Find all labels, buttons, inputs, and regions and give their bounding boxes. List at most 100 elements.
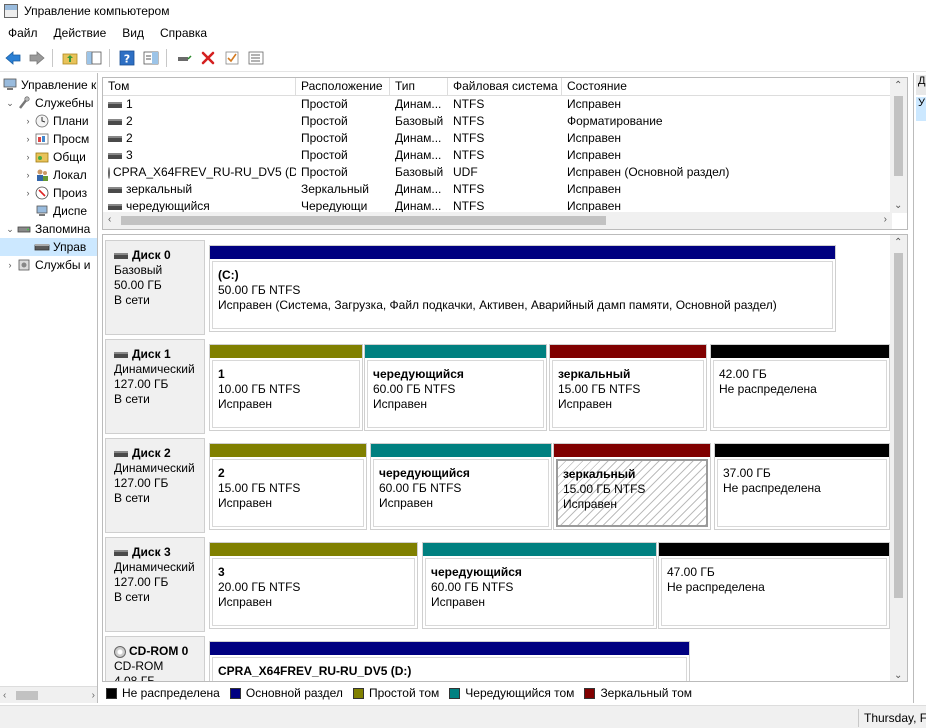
volume-list-vertical-scrollbar[interactable]: ⌃ ⌄ <box>890 78 907 213</box>
shared-folders-icon <box>34 149 50 165</box>
column-header-layout[interactable]: Расположение <box>296 78 390 95</box>
tree-item-local-users[interactable]: › Локал <box>0 166 97 184</box>
show-tree-icon[interactable] <box>83 47 105 69</box>
column-header-volume[interactable]: Том <box>103 78 296 95</box>
back-arrow-icon[interactable] <box>2 47 24 69</box>
scroll-down-icon[interactable]: ⌄ <box>894 200 902 211</box>
partition-unallocated[interactable]: 47.00 ГБ Не распределена <box>658 542 890 629</box>
list-icon[interactable] <box>245 47 267 69</box>
partition-striped[interactable]: чередующийся 60.00 ГБ NTFS Исправен <box>422 542 657 629</box>
partition-color-bar <box>715 444 889 457</box>
partition-simple[interactable]: 1 10.00 ГБ NTFS Исправен <box>209 344 363 431</box>
disk-label[interactable]: Диск 3 Динамический 127.00 ГБ В сети <box>105 537 205 632</box>
partition-mirrored[interactable]: зеркальный 15.00 ГБ NTFS Исправен <box>553 443 711 530</box>
volume-icon <box>108 203 122 210</box>
partition-mirrored[interactable]: зеркальный 15.00 ГБ NTFS Исправен <box>549 344 707 431</box>
disk-label[interactable]: Диск 0 Базовый 50.00 ГБ В сети <box>105 240 205 335</box>
partition-striped[interactable]: чередующийся 60.00 ГБ NTFS Исправен <box>364 344 547 431</box>
scrollbar-thumb[interactable] <box>894 96 903 176</box>
table-row[interactable]: зеркальный Зеркальный Динам... NTFS Исправен <box>103 181 907 198</box>
menu-action[interactable]: Действие <box>46 26 115 40</box>
tree-item-label: Просм <box>53 132 90 146</box>
status-bar-date: Thursday, F <box>858 709 926 727</box>
disk-label[interactable]: Диск 1 Динамический 127.00 ГБ В сети <box>105 339 205 434</box>
scrollbar-thumb[interactable] <box>16 691 38 700</box>
scrollbar-thumb[interactable] <box>894 253 903 598</box>
partition-state: Исправен <box>558 397 613 411</box>
chevron-right-icon[interactable]: › <box>22 116 34 126</box>
scroll-up-icon[interactable]: ⌃ <box>894 80 902 91</box>
tree-item-shared-folders[interactable]: › Общи <box>0 148 97 166</box>
tree-item-scheduler[interactable]: › Плани <box>0 112 97 130</box>
cell-filesystem: NTFS <box>453 131 485 145</box>
chevron-down-icon[interactable]: ⌄ <box>4 98 16 109</box>
partition-color-bar <box>210 543 417 556</box>
scrollbar-thumb[interactable] <box>121 216 606 225</box>
scroll-right-icon[interactable]: › <box>884 214 887 225</box>
scroll-left-icon[interactable]: ‹ <box>3 690 6 701</box>
tree-item-device-manager[interactable]: Диспе <box>0 202 97 220</box>
tree-item-storage[interactable]: ⌄ Запомина <box>0 220 97 238</box>
column-header-type[interactable]: Тип <box>390 78 448 95</box>
tree-item-services[interactable]: › Службы и <box>0 256 97 274</box>
disk-status: В сети <box>114 392 150 406</box>
column-header-status[interactable]: Состояние <box>562 78 902 95</box>
chevron-down-icon[interactable]: ⌄ <box>4 224 16 235</box>
partition-unallocated[interactable]: 42.00 ГБ Не распределена <box>710 344 890 431</box>
performance-icon <box>34 185 50 201</box>
scroll-left-icon[interactable]: ‹ <box>108 214 111 225</box>
delete-icon[interactable] <box>197 47 219 69</box>
tree-item-disk-management[interactable]: Управ <box>0 238 97 256</box>
actions-item[interactable]: У <box>916 97 926 121</box>
chevron-right-icon[interactable]: › <box>22 134 34 144</box>
tree-horizontal-scrollbar[interactable]: ‹ › <box>0 686 97 703</box>
menu-file[interactable]: Файл <box>0 26 46 40</box>
partition-state: Исправен <box>379 496 434 510</box>
tree-item-label: Запомина <box>35 222 91 236</box>
table-row[interactable]: 2 Простой Динам... NTFS Исправен <box>103 130 907 147</box>
help-icon[interactable]: ? <box>116 47 138 69</box>
legend: Не распределена Основной раздел Простой то… <box>102 683 908 703</box>
forward-arrow-icon[interactable] <box>26 47 48 69</box>
cd-icon <box>114 645 126 658</box>
partition-primary[interactable]: (C:) 50.00 ГБ NTFS Исправен (Система, Загр… <box>209 245 836 332</box>
tree-item-event-viewer[interactable]: › Просм <box>0 130 97 148</box>
volume-list-horizontal-scrollbar[interactable]: ‹ › <box>103 212 892 229</box>
connect-icon[interactable] <box>173 47 195 69</box>
tree-item-system-tools[interactable]: ⌄ Служебны <box>0 94 97 112</box>
partition-simple[interactable]: 2 15.00 ГБ NTFS Исправен <box>209 443 367 530</box>
partition-striped[interactable]: чередующийся 60.00 ГБ NTFS Исправен <box>370 443 552 530</box>
partition-body: 2 15.00 ГБ NTFS Исправен <box>212 459 364 527</box>
menu-help[interactable]: Справка <box>152 26 215 40</box>
partition-primary[interactable]: CPRA_X64FREV_RU-RU_DV5 (D:)4.08 ГБ UDF <box>209 641 690 681</box>
scroll-right-icon[interactable]: › <box>92 690 95 701</box>
toolbar-separator <box>52 48 53 67</box>
disk-label[interactable]: Диск 2 Динамический 127.00 ГБ В сети <box>105 438 205 533</box>
scroll-up-icon[interactable]: ⌃ <box>894 237 902 248</box>
chevron-right-icon[interactable]: › <box>4 260 16 270</box>
table-row[interactable]: 3 Простой Динам... NTFS Исправен <box>103 147 907 164</box>
scroll-down-icon[interactable]: ⌄ <box>894 670 902 681</box>
table-row[interactable]: 2 Простой Базовый NTFS Форматирование <box>103 113 907 130</box>
disk-map-vertical-scrollbar[interactable]: ⌃ ⌄ <box>890 235 907 681</box>
disk-label[interactable]: CD-ROM 0 CD-ROM 4.08 ГБ <box>105 636 205 681</box>
properties-icon[interactable] <box>140 47 162 69</box>
check-icon[interactable] <box>221 47 243 69</box>
disk-status: В сети <box>114 590 150 604</box>
column-header-filesystem[interactable]: Файловая система <box>448 78 562 95</box>
tree-item-label: Управление к <box>21 78 97 92</box>
folder-up-icon[interactable] <box>59 47 81 69</box>
tree-item-performance[interactable]: › Произ <box>0 184 97 202</box>
table-row[interactable]: 1 Простой Динам... NTFS Исправен <box>103 96 907 113</box>
chevron-right-icon[interactable]: › <box>22 170 34 180</box>
tree-item-label: Локал <box>53 168 87 182</box>
partition-simple[interactable]: 3 20.00 ГБ NTFS Исправен <box>209 542 418 629</box>
disk-map: Диск 0 Базовый 50.00 ГБ В сети (C:) 50.00 ГБ … <box>102 234 908 682</box>
tree-item-computer-management[interactable]: Управление к <box>0 76 97 94</box>
menu-view[interactable]: Вид <box>114 26 152 40</box>
table-row[interactable]: CPRA_X64FREV_RU-RU_DV5 (D:) Простой Базовы… <box>103 164 907 181</box>
cell-volume: зеркальный <box>103 181 296 198</box>
partition-unallocated[interactable]: 37.00 ГБ Не распределена <box>714 443 890 530</box>
chevron-right-icon[interactable]: › <box>22 188 34 198</box>
chevron-right-icon[interactable]: › <box>22 152 34 162</box>
